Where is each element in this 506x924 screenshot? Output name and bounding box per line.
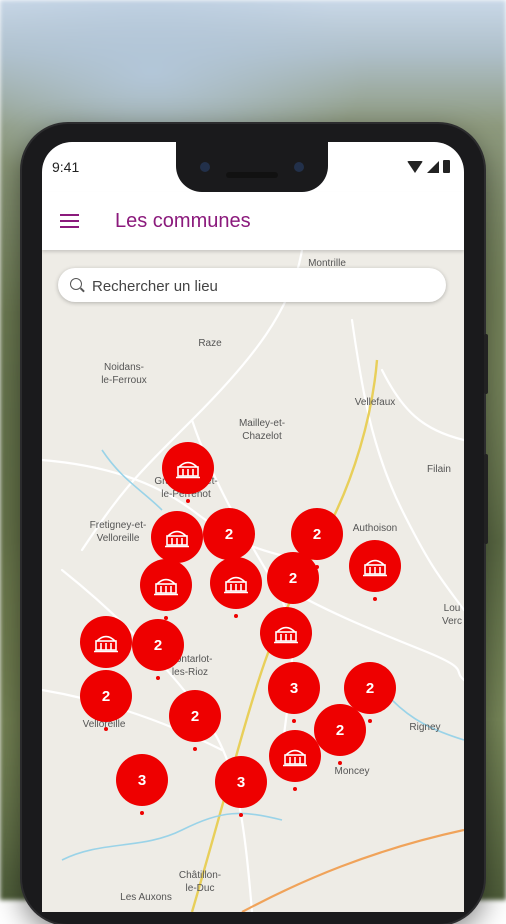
cluster-count: 3 [236,773,246,791]
speaker-grille [226,172,278,178]
cluster-count: 2 [288,569,298,587]
cluster-count: 2 [224,525,234,543]
place-label: Noidans-le-Ferroux [101,362,147,386]
place-label: Châtillon-le-Duc [178,870,222,894]
place-label: Moncey [334,766,370,777]
front-camera-icon [200,162,210,172]
cluster-count: 2 [312,525,322,543]
town-hall-icon [363,559,387,577]
battery-icon [443,160,450,173]
place-label: Authoison [352,523,398,534]
hamburger-menu-icon[interactable] [60,213,80,229]
place-label: Vellefaux [354,397,396,408]
search-bar[interactable] [58,268,446,302]
place-label: Filain [427,464,451,475]
cluster-count: 2 [101,687,111,705]
wifi-icon [407,160,423,173]
cluster-count: 3 [137,771,147,789]
commune-marker[interactable] [260,607,312,668]
camera-notch [176,142,328,192]
town-hall-icon [154,578,178,596]
cluster-count: 2 [365,679,375,697]
power-button [484,334,488,394]
town-hall-icon [283,749,307,767]
cluster-count: 2 [153,636,163,654]
cluster-marker[interactable]: 3 [268,662,320,723]
town-hall-icon [274,626,298,644]
place-label: Raze [198,338,222,349]
status-time: 9:41 [52,159,80,175]
map-view[interactable]: Montrille Raze Noidans-le-Ferroux Vellefaux… [42,250,464,912]
place-label: Mailley-et- Chazelot [238,418,286,442]
front-camera-icon [294,162,304,172]
commune-marker[interactable] [349,540,401,601]
place-label: Lou Verc [441,603,463,627]
page-title: Les communes [115,210,251,232]
cluster-marker[interactable]: 3 [215,756,267,817]
cluster-count: 2 [335,721,345,739]
search-icon [70,278,82,290]
commune-marker[interactable] [162,442,214,503]
town-hall-icon [165,530,189,548]
commune-marker[interactable] [269,730,321,791]
place-label: Fretigney-et- Velloreille [89,520,147,544]
cluster-count: 2 [190,707,200,725]
town-hall-icon [176,461,200,479]
app-bar: Les communes [42,192,464,250]
cluster-marker[interactable]: 2 [203,508,255,569]
commune-marker[interactable] [151,511,203,572]
search-input[interactable] [90,274,434,298]
commune-marker[interactable] [80,616,132,677]
cluster-marker[interactable]: 2 [80,670,132,731]
signal-icon [427,160,439,173]
cluster-marker[interactable]: 2 [314,704,366,765]
status-icons [407,160,450,173]
phone-screen: 9:41 Les communes Montrille Raze Noidans… [42,142,464,912]
place-label: Rigney [409,722,441,733]
commune-marker[interactable] [140,559,192,620]
place-label: Les Auxons [120,892,172,903]
cluster-marker[interactable]: 2 [267,552,319,613]
cluster-marker[interactable]: 2 [132,619,184,680]
town-hall-icon [94,635,118,653]
cluster-marker[interactable]: 3 [116,754,168,815]
volume-button [484,454,488,544]
town-hall-icon [224,576,248,594]
commune-marker[interactable] [210,557,262,618]
cluster-count: 3 [289,679,299,697]
cluster-marker[interactable]: 2 [169,690,221,751]
